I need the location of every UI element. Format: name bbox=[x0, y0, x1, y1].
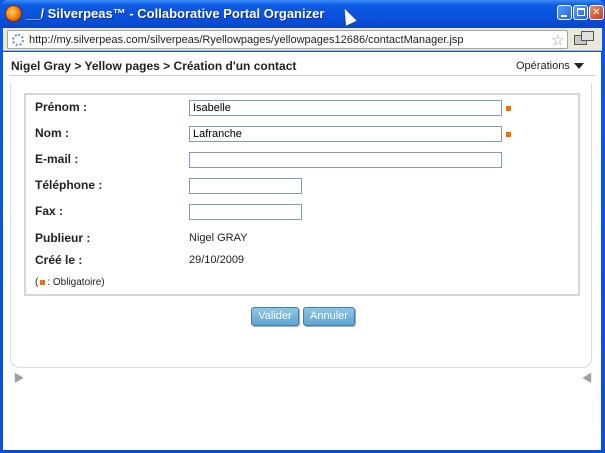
title-bar[interactable]: __/ Silverpeas™ - Collaborative Portal O… bbox=[0, 0, 605, 28]
browser-window: __/ Silverpeas™ - Collaborative Portal O… bbox=[0, 0, 605, 453]
email-input[interactable] bbox=[189, 152, 502, 168]
loading-icon bbox=[12, 34, 24, 46]
cancel-button[interactable]: Annuler bbox=[303, 307, 355, 326]
bookmark-star-icon[interactable]: ☆ bbox=[551, 32, 564, 48]
address-bar: http://my.silverpeas.com/silverpeas/Ryel… bbox=[3, 28, 602, 51]
last-name-label: Nom : bbox=[35, 126, 69, 140]
mouse-cursor-icon bbox=[339, 6, 357, 26]
firefox-icon bbox=[5, 5, 22, 22]
fax-label: Fax : bbox=[35, 204, 64, 218]
first-name-input[interactable] bbox=[189, 100, 502, 116]
breadcrumb[interactable]: Nigel Gray > Yellow pages > Création d'u… bbox=[11, 59, 296, 73]
operations-menu[interactable]: Opérations bbox=[516, 60, 584, 72]
publisher-value: Nigel GRAY bbox=[189, 232, 248, 244]
phone-input[interactable] bbox=[189, 178, 302, 194]
window-title: __/ Silverpeas™ - Collaborative Portal O… bbox=[26, 6, 325, 21]
required-marker bbox=[40, 279, 46, 285]
screens-icon[interactable] bbox=[574, 31, 596, 47]
last-name-input[interactable] bbox=[189, 126, 502, 142]
required-legend: ( : Obligatoire) bbox=[35, 277, 105, 288]
close-icon: ✕ bbox=[592, 7, 601, 18]
minimize-icon bbox=[561, 15, 567, 17]
email-label: E-mail : bbox=[35, 152, 79, 166]
minimize-button[interactable] bbox=[557, 5, 572, 20]
validate-button[interactable]: Valider bbox=[251, 307, 299, 326]
contact-form-box bbox=[24, 93, 580, 296]
resize-corner-right-icon bbox=[582, 370, 596, 383]
legend-text: : Obligatoire) bbox=[47, 277, 105, 288]
close-button[interactable]: ✕ bbox=[589, 5, 604, 20]
legend-prefix: ( bbox=[35, 277, 39, 288]
required-marker bbox=[506, 132, 511, 137]
publisher-label: Publieur : bbox=[35, 231, 91, 245]
url-text[interactable]: http://my.silverpeas.com/silverpeas/Ryel… bbox=[29, 34, 464, 46]
required-marker bbox=[506, 106, 511, 111]
operations-label[interactable]: Opérations bbox=[516, 60, 570, 72]
fax-input[interactable] bbox=[189, 204, 302, 220]
created-label: Créé le : bbox=[35, 253, 83, 267]
url-field[interactable]: http://my.silverpeas.com/silverpeas/Ryel… bbox=[7, 30, 568, 49]
created-value: 29/10/2009 bbox=[189, 254, 245, 266]
resize-corner-left-icon bbox=[10, 370, 24, 383]
dropdown-arrow-icon[interactable] bbox=[573, 63, 584, 70]
maximize-button[interactable] bbox=[573, 5, 588, 20]
header-divider bbox=[9, 75, 595, 76]
phone-label: Téléphone : bbox=[35, 178, 103, 192]
first-name-label: Prénom : bbox=[35, 100, 88, 114]
page-content: Nigel Gray > Yellow pages > Création d'u… bbox=[3, 52, 601, 450]
maximize-icon bbox=[577, 8, 585, 16]
